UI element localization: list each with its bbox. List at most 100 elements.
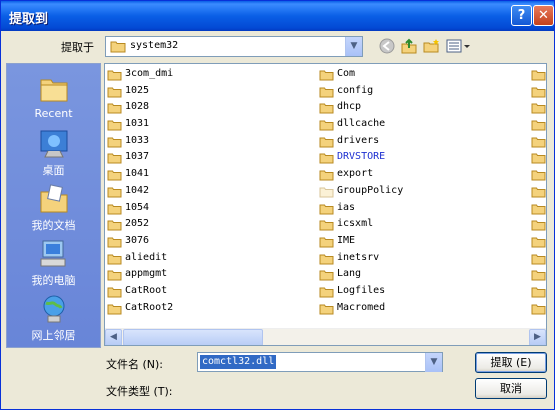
folder-item[interactable]: 1033 [105,133,305,150]
folder-item[interactable]: dhcp [317,99,517,116]
lookin-value: system32 [130,40,179,51]
folder-name: 1033 [125,134,150,146]
folder-name: CatRoot [125,284,168,296]
folder-item[interactable]: 1041 [105,166,305,183]
folder-item-partial[interactable] [529,266,546,283]
folder-name: 3com_dmi [125,68,174,79]
folder-item[interactable]: Macromed [317,300,517,317]
folder-name: dllcache [337,118,386,130]
folder-item-partial[interactable] [529,300,546,317]
folder-item[interactable]: 3com_dmi [105,66,305,83]
place-my-computer[interactable]: 我的电脑 [7,239,100,288]
folder-item[interactable]: 1031 [105,116,305,133]
place-label: 桌面 [42,164,65,177]
place-my-documents[interactable]: 我的文档 [7,184,100,233]
close-button[interactable]: ✕ [533,5,554,26]
folder-name: 1028 [125,101,150,113]
horizontal-scrollbar[interactable]: ◀ ▶ [105,328,546,345]
folder-item-partial[interactable] [529,83,546,100]
folder-name: appmgmt [125,268,168,280]
extract-dialog: 提取到 ? ✕ 提取于 system32 ▼ Recent 桌面 我的文档 我的… [0,0,555,410]
cancel-button[interactable]: 取消 [475,378,547,399]
folder-name: ias [337,201,356,213]
folder-item[interactable]: inetsrv [317,250,517,267]
folder-item[interactable]: dllcache [317,116,517,133]
lookin-dropdown[interactable]: system32 ▼ [105,36,363,57]
lookin-label: 提取于 [61,41,94,54]
view-menu-icon[interactable] [445,38,471,56]
folder-item-partial[interactable] [529,216,546,233]
place-network[interactable]: 网上邻居 [7,294,100,343]
place-recent[interactable]: Recent [7,74,100,120]
file-column: Com config dhcp dllcache drivers DRVSTORE expo… [317,66,517,316]
folder-item[interactable]: 1028 [105,99,305,116]
folder-name: Com [337,68,356,79]
folder-item-partial[interactable] [529,233,546,250]
folder-name: aliedit [125,251,168,263]
folder-item[interactable]: Logfiles [317,283,517,300]
places-bar: Recent 桌面 我的文档 我的电脑 网上邻居 [6,63,101,348]
file-column-partial [529,66,546,317]
folder-item-partial[interactable] [529,183,546,200]
folder-item-partial[interactable] [529,133,546,150]
folder-name: inetsrv [337,251,380,263]
up-folder-icon[interactable] [399,38,419,56]
folder-item-partial[interactable] [529,116,546,133]
folder-name: Macromed [337,301,386,313]
folder-item-partial[interactable] [529,99,546,116]
folder-item[interactable]: drivers [317,133,517,150]
folder-item[interactable]: 3076 [105,233,305,250]
folder-item-partial[interactable] [529,250,546,267]
folder-name: 1042 [125,184,150,196]
folder-item-partial[interactable] [529,200,546,217]
folder-name: Lang [337,268,362,280]
folder-name: 1041 [125,168,150,180]
folder-name: drivers [337,134,380,146]
back-icon[interactable] [377,38,397,56]
folder-item[interactable]: config [317,83,517,100]
folder-item[interactable]: 1037 [105,149,305,166]
folder-item[interactable]: ias [317,200,517,217]
folder-item[interactable]: Com [317,66,517,83]
folder-name: dhcp [337,101,362,113]
recent-folder-icon [38,74,70,104]
folder-item-partial[interactable] [529,66,546,83]
extract-button[interactable]: 提取 (E) [475,352,547,373]
place-desktop[interactable]: 桌面 [7,129,100,178]
folder-item[interactable]: CatRoot [105,283,305,300]
folder-item[interactable]: 1042 [105,183,305,200]
help-button[interactable]: ? [511,5,532,26]
folder-item[interactable]: DRVSTORE [317,149,517,166]
folder-item[interactable]: 1054 [105,200,305,217]
folder-name: 1037 [125,151,150,163]
filename-field[interactable]: comctl32.dll ▼ [197,352,443,372]
window-title: 提取到 [9,12,49,27]
scrollbar-thumb[interactable] [123,329,263,345]
scroll-right-icon[interactable]: ▶ [529,329,546,345]
folder-item-partial[interactable] [529,283,546,300]
title-bar[interactable]: 提取到 ? ✕ [1,1,554,31]
new-folder-icon[interactable] [422,38,442,56]
folder-name: 1054 [125,201,150,213]
folder-item[interactable]: 1025 [105,83,305,100]
folder-item[interactable]: CatRoot2 [105,300,305,317]
folder-item-partial[interactable] [529,166,546,183]
folder-item-partial[interactable] [529,149,546,166]
chevron-down-icon[interactable]: ▼ [345,37,362,56]
folder-name: CatRoot2 [125,301,174,313]
folder-item[interactable]: icsxml [317,216,517,233]
folder-item[interactable]: aliedit [105,250,305,267]
folder-item[interactable]: IME [317,233,517,250]
folder-item[interactable]: export [317,166,517,183]
file-list[interactable]: 3com_dmi 1025 1028 1031 1033 1037 1041 1042 1054… [104,63,547,346]
folder-name: icsxml [337,218,374,230]
folder-item[interactable]: appmgmt [105,266,305,283]
folder-name: IME [337,234,356,246]
folder-item[interactable]: GroupPolicy [317,183,517,200]
folder-item[interactable]: Lang [317,266,517,283]
folder-name: export [337,168,374,180]
folder-item[interactable]: 2052 [105,216,305,233]
chevron-down-icon[interactable]: ▼ [425,353,442,372]
folder-name: config [337,84,374,96]
scroll-left-icon[interactable]: ◀ [105,329,122,345]
